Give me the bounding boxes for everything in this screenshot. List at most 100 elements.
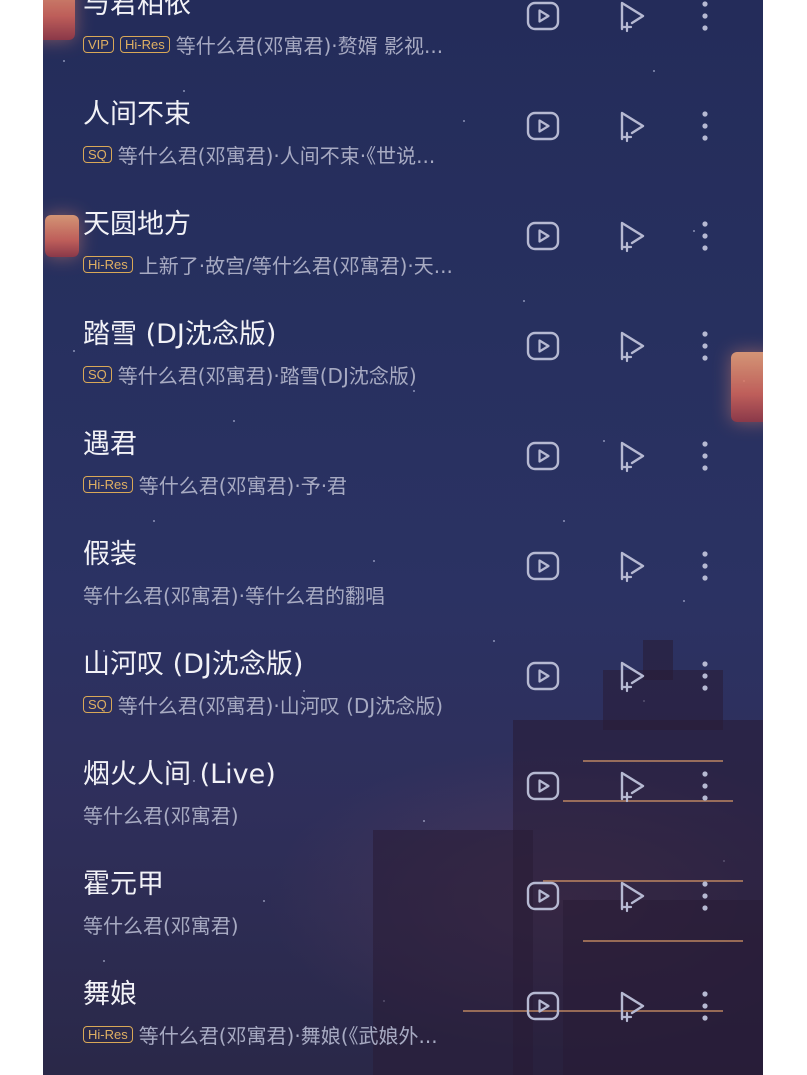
- more-vertical-icon: [701, 330, 709, 362]
- song-artist-album: 等什么君(邓寓君)·予·君: [138, 473, 348, 498]
- more-vertical-icon: [701, 550, 709, 582]
- play-mv-button[interactable]: [523, 106, 563, 146]
- song-row-7[interactable]: 山河叹 (DJ沈念版) SQ 等什么君(邓寓君)·山河叹 (DJ沈念版): [43, 646, 763, 756]
- song-actions: [523, 866, 723, 926]
- song-title: 遇君: [83, 429, 137, 460]
- play-mv-icon: [526, 881, 560, 911]
- song-row-10[interactable]: 舞娘 Hi-Res 等什么君(邓寓君)·舞娘(《武娘外...: [43, 976, 763, 1075]
- add-to-playlist-button[interactable]: [611, 326, 651, 366]
- play-mv-button[interactable]: [523, 986, 563, 1026]
- quality-badges: VIP Hi-Res: [83, 35, 176, 53]
- play-mv-icon: [526, 991, 560, 1021]
- more-vertical-icon: [701, 110, 709, 142]
- quality-badge: Hi-Res: [119, 35, 170, 53]
- song-row-3[interactable]: 天圆地方 Hi-Res 上新了·故宫/等什么君(邓寓君)·天...: [43, 206, 763, 316]
- song-subtitle-line: 等什么君(邓寓君)·等什么君的翻唱: [83, 580, 385, 608]
- song-row-1[interactable]: 与君相依 VIP Hi-Res 等什么君(邓寓君)·赘婿 影视...: [43, 0, 763, 96]
- song-subtitle-line: SQ 等什么君(邓寓君)·踏雪(DJ沈念版): [83, 360, 417, 388]
- play-mv-button[interactable]: [523, 326, 563, 366]
- song-actions: [523, 0, 723, 46]
- song-subtitle-line: SQ 等什么君(邓寓君)·人间不束·《世说...: [83, 140, 435, 168]
- song-list: 与君相依 VIP Hi-Res 等什么君(邓寓君)·赘婿 影视... 人间不束 …: [43, 0, 763, 1075]
- play-mv-button[interactable]: [523, 766, 563, 806]
- song-row-8[interactable]: 烟火人间 (Live) 等什么君(邓寓君): [43, 756, 763, 866]
- quality-badges: SQ: [83, 695, 118, 713]
- song-artist-album: 等什么君(邓寓君)·山河叹 (DJ沈念版): [117, 693, 444, 718]
- quality-badge: Hi-Res: [83, 1025, 133, 1043]
- quality-badges: Hi-Res: [83, 475, 139, 493]
- more-vertical-icon: [701, 440, 709, 472]
- add-to-playlist-icon: [616, 879, 646, 913]
- song-row-9[interactable]: 霍元甲 等什么君(邓寓君): [43, 866, 763, 976]
- more-options-button[interactable]: [685, 216, 725, 256]
- more-options-button[interactable]: [685, 766, 725, 806]
- play-mv-icon: [526, 551, 560, 581]
- add-to-playlist-button[interactable]: [611, 216, 651, 256]
- song-row-5[interactable]: 遇君 Hi-Res 等什么君(邓寓君)·予·君: [43, 426, 763, 536]
- play-mv-icon: [526, 441, 560, 471]
- song-row-2[interactable]: 人间不束 SQ 等什么君(邓寓君)·人间不束·《世说...: [43, 96, 763, 206]
- more-options-button[interactable]: [685, 326, 725, 366]
- add-to-playlist-icon: [616, 549, 646, 583]
- quality-badge: SQ: [83, 365, 112, 383]
- add-to-playlist-button[interactable]: [611, 106, 651, 146]
- play-mv-icon: [526, 111, 560, 141]
- more-options-button[interactable]: [685, 546, 725, 586]
- quality-badge: SQ: [83, 695, 112, 713]
- play-mv-icon: [526, 771, 560, 801]
- song-actions: [523, 976, 723, 1036]
- song-artist-album: 等什么君(邓寓君): [83, 913, 239, 938]
- more-vertical-icon: [701, 880, 709, 912]
- song-subtitle-line: Hi-Res 等什么君(邓寓君)·舞娘(《武娘外...: [83, 1020, 438, 1048]
- song-artist-album: 等什么君(邓寓君): [83, 803, 239, 828]
- song-subtitle-line: 等什么君(邓寓君): [83, 800, 239, 828]
- more-options-button[interactable]: [685, 876, 725, 916]
- play-mv-icon: [526, 661, 560, 691]
- song-row-4[interactable]: 踏雪 (DJ沈念版) SQ 等什么君(邓寓君)·踏雪(DJ沈念版): [43, 316, 763, 426]
- play-mv-icon: [526, 1, 560, 31]
- song-title: 烟火人间 (Live): [83, 759, 276, 790]
- play-mv-button[interactable]: [523, 0, 563, 36]
- song-title: 霍元甲: [83, 869, 164, 900]
- song-title: 人间不束: [83, 99, 191, 130]
- song-artist-album: 等什么君(邓寓君)·踏雪(DJ沈念版): [117, 363, 417, 388]
- more-options-button[interactable]: [685, 436, 725, 476]
- more-vertical-icon: [701, 220, 709, 252]
- song-title: 山河叹 (DJ沈念版): [83, 649, 304, 680]
- add-to-playlist-icon: [616, 989, 646, 1023]
- add-to-playlist-icon: [616, 769, 646, 803]
- more-vertical-icon: [701, 770, 709, 802]
- add-to-playlist-button[interactable]: [611, 656, 651, 696]
- quality-badges: SQ: [83, 145, 118, 163]
- song-actions: [523, 316, 723, 376]
- song-artist-album: 等什么君(邓寓君)·舞娘(《武娘外...: [138, 1023, 438, 1048]
- song-row-6[interactable]: 假装 等什么君(邓寓君)·等什么君的翻唱: [43, 536, 763, 646]
- play-mv-button[interactable]: [523, 546, 563, 586]
- more-options-button[interactable]: [685, 986, 725, 1026]
- song-artist-album: 等什么君(邓寓君)·等什么君的翻唱: [83, 583, 385, 608]
- more-options-button[interactable]: [685, 0, 725, 36]
- quality-badge: Hi-Res: [83, 255, 133, 273]
- song-artist-album: 上新了·故宫/等什么君(邓寓君)·天...: [138, 253, 453, 278]
- song-title: 踏雪 (DJ沈念版): [83, 319, 277, 350]
- add-to-playlist-button[interactable]: [611, 546, 651, 586]
- add-to-playlist-button[interactable]: [611, 986, 651, 1026]
- song-title: 假装: [83, 539, 137, 570]
- play-mv-icon: [526, 331, 560, 361]
- quality-badges: SQ: [83, 365, 118, 383]
- more-options-button[interactable]: [685, 106, 725, 146]
- add-to-playlist-icon: [616, 219, 646, 253]
- play-mv-button[interactable]: [523, 216, 563, 256]
- add-to-playlist-button[interactable]: [611, 766, 651, 806]
- quality-badge: SQ: [83, 145, 112, 163]
- add-to-playlist-button[interactable]: [611, 876, 651, 916]
- song-subtitle-line: SQ 等什么君(邓寓君)·山河叹 (DJ沈念版): [83, 690, 443, 718]
- more-vertical-icon: [701, 0, 709, 32]
- play-mv-button[interactable]: [523, 656, 563, 696]
- add-to-playlist-button[interactable]: [611, 436, 651, 476]
- play-mv-button[interactable]: [523, 876, 563, 916]
- add-to-playlist-button[interactable]: [611, 0, 651, 36]
- music-app-screen: 与君相依 VIP Hi-Res 等什么君(邓寓君)·赘婿 影视... 人间不束 …: [43, 0, 763, 1075]
- play-mv-button[interactable]: [523, 436, 563, 476]
- more-options-button[interactable]: [685, 656, 725, 696]
